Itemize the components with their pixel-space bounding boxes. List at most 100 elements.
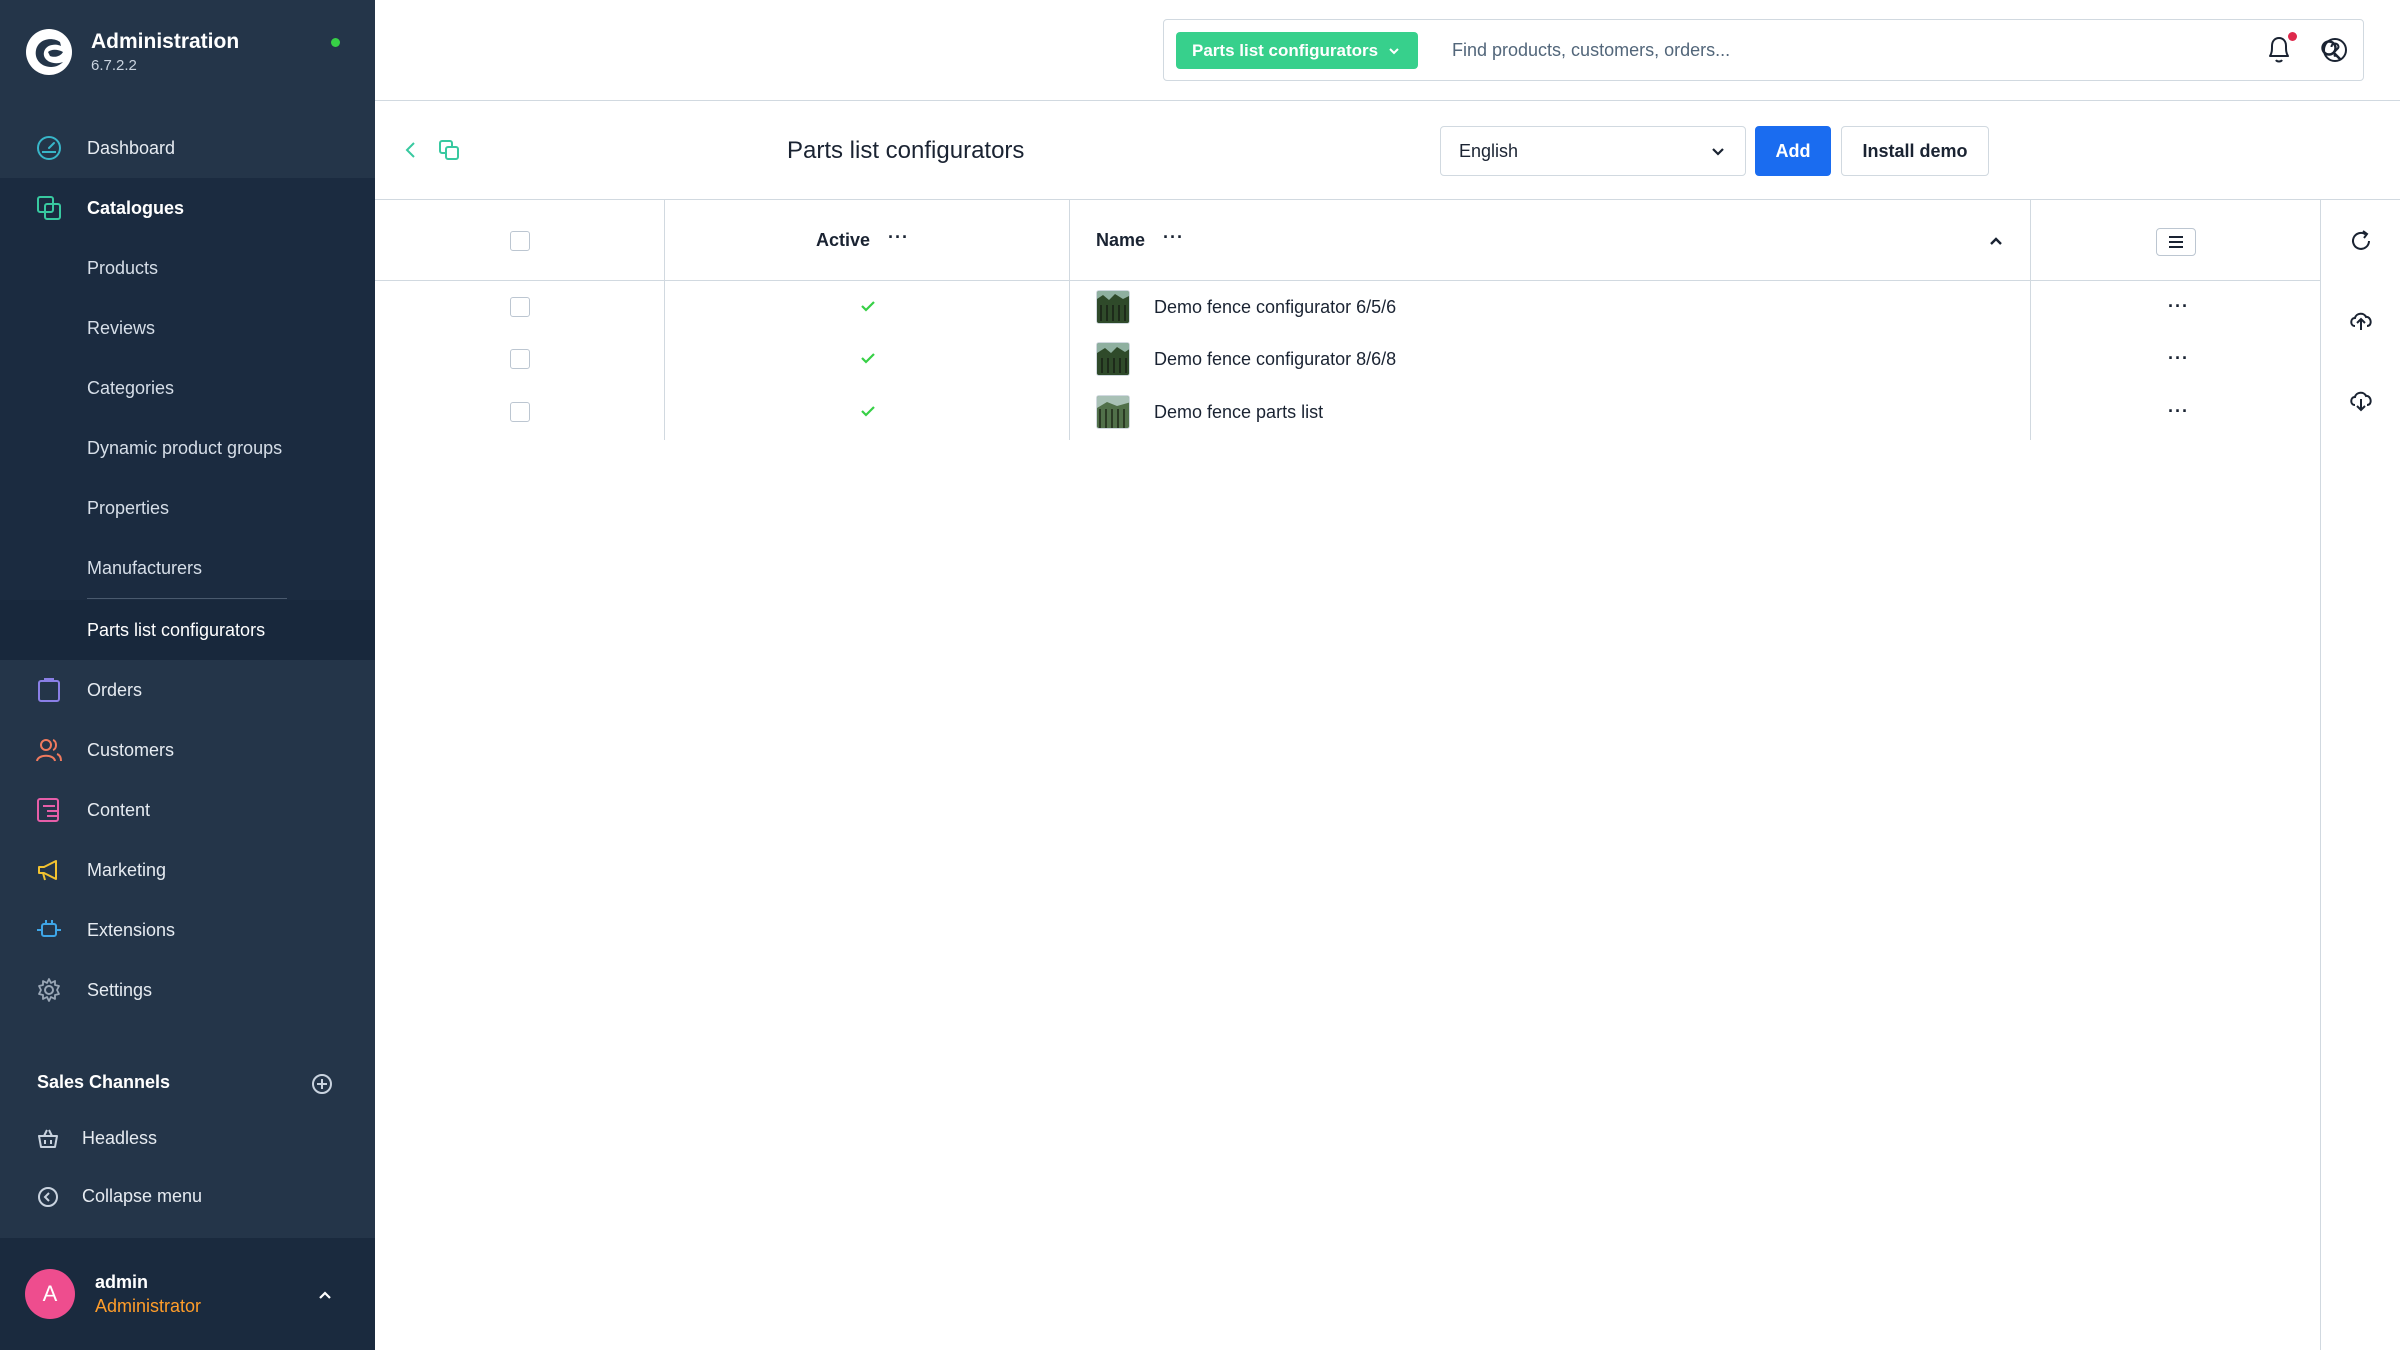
sub-manufacturers-label: Manufacturers bbox=[87, 557, 203, 578]
help-icon[interactable] bbox=[2321, 36, 2349, 64]
collapse-menu[interactable]: Collapse menu bbox=[0, 1172, 375, 1222]
sales-channel-headless[interactable]: Headless bbox=[0, 1114, 375, 1164]
product-thumbnail bbox=[1096, 395, 1130, 429]
row-actions-menu[interactable]: ··· bbox=[2168, 297, 2189, 315]
row-name[interactable]: Demo fence parts list bbox=[1154, 402, 1323, 423]
page-header: Parts list configurators English Add Ins… bbox=[375, 101, 2400, 200]
row-name[interactable]: Demo fence configurator 8/6/8 bbox=[1154, 349, 1396, 370]
nav-customers[interactable]: Customers bbox=[0, 720, 375, 780]
customers-icon bbox=[36, 739, 62, 762]
sub-manufacturers[interactable]: Manufacturers bbox=[0, 538, 375, 598]
download-icon[interactable] bbox=[2347, 386, 2375, 414]
sales-channel-headless-label: Headless bbox=[82, 1128, 158, 1148]
catalogue-icon bbox=[37, 196, 61, 220]
refresh-icon[interactable] bbox=[2347, 227, 2375, 255]
sub-properties-label: Properties bbox=[87, 497, 170, 518]
collapse-menu-label: Collapse menu bbox=[82, 1186, 203, 1206]
chevron-up-icon[interactable] bbox=[316, 1286, 334, 1304]
sub-products-label: Products bbox=[87, 257, 159, 278]
active-check-icon bbox=[861, 353, 875, 364]
nav-content-label: Content bbox=[87, 799, 151, 820]
nav-extensions[interactable]: Extensions bbox=[0, 900, 375, 960]
chevron-down-icon bbox=[1389, 47, 1399, 54]
sub-categories[interactable]: Categories bbox=[0, 358, 375, 418]
nav-extensions-label: Extensions bbox=[87, 919, 176, 940]
column-active-title[interactable]: Active bbox=[816, 230, 870, 251]
orders-icon bbox=[38, 678, 60, 702]
top-bar: Parts list configurators bbox=[375, 0, 2400, 101]
nav-orders[interactable]: Orders bbox=[0, 660, 375, 720]
sub-reviews[interactable]: Reviews bbox=[0, 298, 375, 358]
search-module-label: Parts list configurators bbox=[1192, 40, 1379, 60]
marketing-icon bbox=[38, 860, 57, 881]
sub-parts-list-configurators-label: Parts list configurators bbox=[87, 619, 266, 640]
row-actions-menu[interactable]: ··· bbox=[2168, 349, 2189, 367]
column-settings-button[interactable] bbox=[2156, 228, 2196, 256]
sub-categories-label: Categories bbox=[87, 377, 175, 398]
nav-marketing-label: Marketing bbox=[87, 859, 167, 880]
nav-catalogues[interactable]: Catalogues bbox=[0, 178, 375, 238]
chevron-down-icon bbox=[1712, 148, 1724, 156]
product-thumbnail bbox=[1096, 290, 1130, 324]
sort-ascending-icon[interactable] bbox=[1988, 233, 2004, 249]
list-icon bbox=[2169, 236, 2183, 248]
app-version: 6.7.2.2 bbox=[91, 57, 137, 74]
nav-settings[interactable]: Settings bbox=[0, 960, 375, 1020]
table-row[interactable]: Demo fence parts list ··· bbox=[375, 386, 2320, 438]
table-row[interactable]: Demo fence configurator 6/5/6 ··· bbox=[375, 281, 2320, 333]
install-demo-button[interactable]: Install demo bbox=[1841, 126, 1989, 176]
sub-parts-list-configurators[interactable]: Parts list configurators bbox=[0, 600, 375, 660]
grid-header: Active ··· Name ··· bbox=[375, 200, 2320, 281]
shopware-logo[interactable] bbox=[25, 28, 73, 76]
right-toolbar bbox=[2320, 200, 2400, 1350]
language-value: English bbox=[1459, 141, 1519, 161]
product-thumbnail bbox=[1096, 342, 1130, 376]
sub-dynamic-product-groups[interactable]: Dynamic product groups bbox=[0, 418, 375, 478]
row-checkbox[interactable] bbox=[510, 297, 530, 317]
select-all-checkbox[interactable] bbox=[510, 231, 530, 251]
settings-icon bbox=[38, 978, 60, 1002]
sub-properties[interactable]: Properties bbox=[0, 478, 375, 538]
nav-content[interactable]: Content bbox=[0, 780, 375, 840]
page-title: Parts list configurators bbox=[787, 137, 1025, 164]
row-checkbox[interactable] bbox=[510, 349, 530, 369]
nav-customers-label: Customers bbox=[87, 739, 175, 760]
dashboard-icon bbox=[37, 136, 61, 160]
sidebar: Administration 6.7.2.2 Dashboard Catalog… bbox=[0, 0, 375, 1350]
user-menu[interactable]: A admin Administrator bbox=[0, 1238, 375, 1350]
row-checkbox[interactable] bbox=[510, 402, 530, 422]
nav-dashboard-label: Dashboard bbox=[87, 137, 176, 158]
nav-dashboard[interactable]: Dashboard bbox=[0, 118, 375, 178]
back-icon[interactable] bbox=[400, 139, 422, 161]
extensions-icon bbox=[37, 920, 61, 937]
row-name[interactable]: Demo fence configurator 6/5/6 bbox=[1154, 297, 1396, 318]
upload-icon[interactable] bbox=[2347, 306, 2375, 334]
global-search: Parts list configurators bbox=[1163, 19, 2364, 81]
column-name-title[interactable]: Name bbox=[1096, 230, 1145, 251]
nav-settings-label: Settings bbox=[87, 979, 153, 1000]
brand: Administration 6.7.2.2 bbox=[0, 0, 375, 110]
nav-marketing[interactable]: Marketing bbox=[0, 840, 375, 900]
collapse-icon bbox=[38, 1187, 58, 1207]
column-active-menu[interactable]: ··· bbox=[888, 228, 909, 246]
app-title: Administration bbox=[91, 30, 240, 53]
catalogue-submenu: Products Reviews Categories Dynamic prod… bbox=[0, 238, 375, 660]
column-name-menu[interactable]: ··· bbox=[1163, 228, 1184, 246]
add-button[interactable]: Add bbox=[1755, 126, 1831, 176]
sub-products[interactable]: Products bbox=[0, 238, 375, 298]
row-actions-menu[interactable]: ··· bbox=[2168, 402, 2189, 420]
active-check-icon bbox=[861, 301, 875, 312]
plus-circle-icon[interactable] bbox=[311, 1073, 333, 1095]
active-check-icon bbox=[861, 406, 875, 417]
sub-reviews-label: Reviews bbox=[87, 317, 156, 338]
avatar: A bbox=[25, 1269, 75, 1319]
table-row[interactable]: Demo fence configurator 8/6/8 ··· bbox=[375, 333, 2320, 385]
user-name: admin bbox=[95, 1272, 149, 1292]
search-module-chip[interactable]: Parts list configurators bbox=[1176, 32, 1419, 69]
search-input[interactable] bbox=[1452, 30, 2302, 70]
data-grid: Active ··· Name ··· Demo fence configura… bbox=[375, 200, 2320, 440]
copy-icon[interactable] bbox=[437, 138, 461, 162]
language-select[interactable]: English bbox=[1440, 126, 1746, 176]
nav-orders-label: Orders bbox=[87, 679, 143, 700]
online-status-dot bbox=[331, 38, 340, 47]
